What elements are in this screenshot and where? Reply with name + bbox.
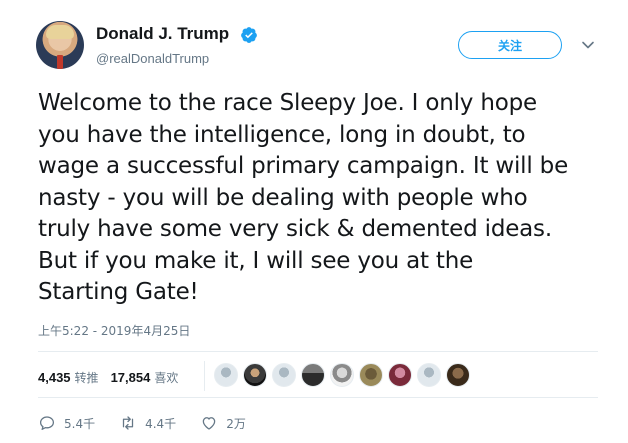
liker-avatar[interactable] <box>272 363 296 387</box>
tweet-text: Welcome to the race Sleepy Joe. I only h… <box>38 90 569 305</box>
likes-label[interactable]: 喜欢 <box>154 369 178 386</box>
avatar-tie <box>57 55 63 69</box>
liker-avatar[interactable] <box>417 363 441 387</box>
retweet-button[interactable]: 4.4千 <box>119 414 176 432</box>
reply-button[interactable]: 5.4千 <box>38 414 95 432</box>
tweet-timestamp[interactable]: 上午5:22 - 2019年4月25日 <box>38 322 190 339</box>
chevron-down-icon[interactable] <box>581 38 595 52</box>
stats-separator <box>204 361 205 391</box>
divider <box>38 397 598 398</box>
liker-avatar[interactable] <box>330 363 354 387</box>
verified-badge-icon <box>241 27 257 43</box>
liker-avatar[interactable] <box>243 363 267 387</box>
retweet-icon <box>122 416 134 430</box>
like-button[interactable]: 2万 <box>200 414 246 432</box>
liker-avatars <box>214 363 475 387</box>
tweet-card: Donald J. Trump @realDonaldTrump 关注 Welc… <box>0 0 628 443</box>
tweet-actions: 5.4千 4.4千 2万 <box>38 413 270 433</box>
liker-avatar[interactable] <box>214 363 238 387</box>
user-handle[interactable]: @realDonaldTrump <box>96 51 209 66</box>
follow-button[interactable]: 关注 <box>458 31 562 59</box>
divider <box>38 351 598 352</box>
liker-avatar[interactable] <box>446 363 470 387</box>
like-count: 2万 <box>226 416 246 431</box>
liker-avatar[interactable] <box>301 363 325 387</box>
likes-count[interactable]: 17,854 <box>111 370 151 385</box>
liker-avatar[interactable] <box>388 363 412 387</box>
retweets-label[interactable]: 转推 <box>75 369 99 386</box>
retweets-count[interactable]: 4,435 <box>38 370 71 385</box>
avatar-hair <box>46 25 74 39</box>
engagement-stats: 4,435 转推 17,854 喜欢 <box>38 368 190 386</box>
heart-icon <box>202 417 216 430</box>
reply-icon <box>39 416 55 431</box>
liker-avatar[interactable] <box>359 363 383 387</box>
display-name[interactable]: Donald J. Trump <box>96 24 229 44</box>
avatar[interactable] <box>36 21 84 69</box>
retweet-count: 4.4千 <box>145 416 177 431</box>
reply-count: 5.4千 <box>64 416 96 431</box>
